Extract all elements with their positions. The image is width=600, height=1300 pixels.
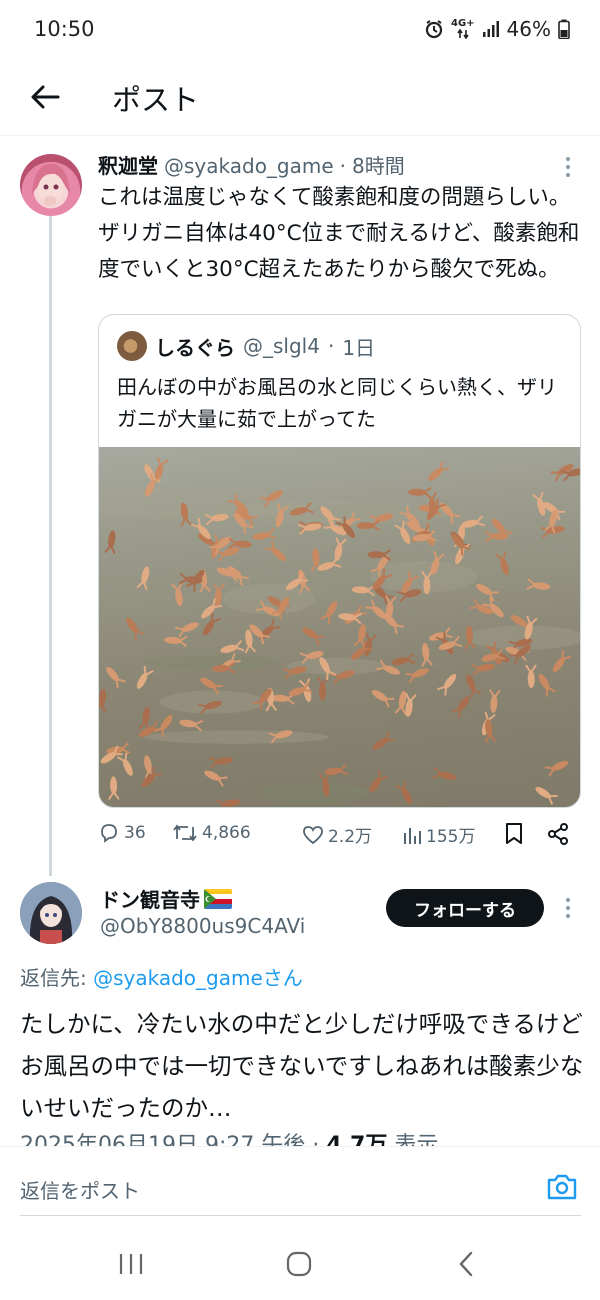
battery-icon <box>558 19 570 39</box>
signal-icon <box>482 20 500 38</box>
camera-button[interactable] <box>544 1169 580 1205</box>
quote-time: 1日 <box>342 335 376 360</box>
battery-percent: 46% <box>506 17 551 41</box>
bookmark-icon <box>506 823 522 844</box>
recents-button[interactable] <box>111 1246 151 1282</box>
tweet-header: 釈迦堂 @syakado_game · 8時間 <box>98 150 405 179</box>
composer-divider <box>20 1215 581 1216</box>
quote-header: しるぐら @_slgl4 · 1日 <box>117 331 375 361</box>
author-handle[interactable]: @syakado_game <box>164 154 334 178</box>
camera-icon <box>547 1174 577 1200</box>
reply-icon <box>101 824 117 843</box>
back-icon <box>459 1251 473 1277</box>
status-bar: 10:50 4G+ 46% <box>0 0 600 62</box>
bar-chart-icon <box>404 827 421 844</box>
reply-more-options-icon[interactable] <box>556 893 580 923</box>
reply-to-line: 返信先: @syakado_gameさん <box>20 962 303 991</box>
reply-avatar[interactable] <box>20 882 82 944</box>
back-button[interactable] <box>24 76 66 118</box>
alarm-icon <box>424 19 444 39</box>
home-button[interactable] <box>279 1246 319 1282</box>
reply-input[interactable]: 返信をポスト <box>20 1175 140 1204</box>
crayfish-photo[interactable] <box>99 447 580 807</box>
author-name[interactable]: 釈迦堂 <box>98 150 158 179</box>
comoros-flag-icon <box>204 888 232 909</box>
like-action[interactable]: 2.2万 <box>302 822 372 847</box>
system-nav-bar <box>0 1226 600 1300</box>
status-icons: 4G+ 46% <box>424 17 570 41</box>
quote-separator-dot: · <box>327 334 335 358</box>
quote-avatar <box>117 331 147 361</box>
avatar[interactable] <box>20 154 82 216</box>
separator-dot: · <box>339 154 347 178</box>
tweet-text: これは温度じゃなくて酸素飽和度の問題らしい。ザリガニ自体は40°C位まで耐えるけ… <box>98 185 580 282</box>
recents-icon <box>119 1254 143 1274</box>
view-count: 155万 <box>426 827 476 847</box>
quote-author-handle: @_slgl4 <box>243 334 320 358</box>
system-back-button[interactable] <box>446 1246 486 1282</box>
repost-action[interactable]: 4,866 <box>172 822 251 844</box>
views-action[interactable]: 155万 <box>402 822 475 847</box>
reply-author-name-text: ドン観音寺 <box>100 888 200 912</box>
status-time: 10:50 <box>34 17 95 41</box>
follow-button[interactable]: フォローする <box>386 889 544 927</box>
share-action[interactable] <box>546 822 570 846</box>
like-count: 2.2万 <box>328 827 373 847</box>
reply-count: 36 <box>124 823 146 843</box>
data-arrows-icon: 4G+ <box>451 19 475 39</box>
reply-to-mention[interactable]: @syakado_gameさん <box>93 966 303 990</box>
action-bar: 36 4,866 2.2万 155万 <box>98 822 580 852</box>
timestamp-text: 2025年06月19日 9:27 午後 · <box>20 1133 327 1146</box>
bookmark-action[interactable] <box>504 822 524 846</box>
reply-author-handle[interactable]: @ObY8800us9C4AVi <box>100 914 305 938</box>
page-title: ポスト <box>112 83 200 117</box>
quote-author-name: しるぐら <box>155 335 235 360</box>
reply-views-label: 表示 <box>387 1133 439 1146</box>
heart-icon <box>303 825 323 844</box>
reply-timestamp: 2025年06月19日 9:27 午後 · 4.7万 表示 <box>20 1126 585 1146</box>
repost-icon <box>173 824 197 842</box>
quote-text: 田んぼの中がお風呂の水と同じくらい熱く、ザリガニが大量に茹で上がってた <box>117 375 557 431</box>
reply-composer: 返信をポスト <box>0 1146 600 1218</box>
quoted-post[interactable]: しるぐら @_slgl4 · 1日 田んぼの中がお風呂の水と同じくらい熱く、ザリ… <box>98 314 581 808</box>
reply-views-count: 4.7万 <box>326 1133 388 1146</box>
more-options-icon[interactable] <box>556 152 580 182</box>
reply-to-prefix: 返信先: <box>20 966 94 990</box>
reply-action[interactable]: 36 <box>98 822 146 844</box>
thread-line <box>49 216 52 876</box>
post-time[interactable]: 8時間 <box>352 150 405 179</box>
top-bar: ポスト <box>0 62 600 136</box>
arrow-left-icon <box>31 85 60 109</box>
share-icon <box>548 823 568 845</box>
reply-text: たしかに、冷たい水の中だと少しだけ呼吸できるけどお風呂の中では一切できないですし… <box>20 1010 584 1122</box>
home-icon <box>286 1251 312 1277</box>
repost-count: 4,866 <box>202 823 251 843</box>
reply-author-name[interactable]: ドン観音寺 <box>100 884 232 913</box>
